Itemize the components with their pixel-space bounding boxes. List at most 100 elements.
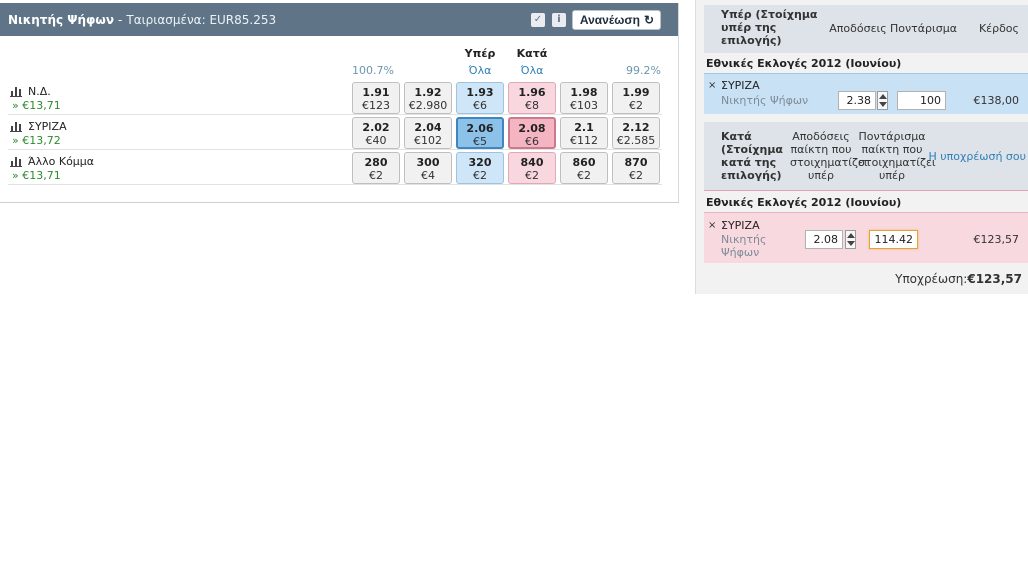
price-odds: 2.02 [362,121,390,134]
back-book-percentage: 100.7% [352,64,394,77]
price-odds: 1.92 [414,86,442,99]
betslip-panel: Υπέρ (Στοίχημα υπέρ της επιλογής) Αποδόσ… [695,0,1028,294]
back-profit: €138,00 [973,94,1020,107]
lay-event-name: Εθνικές Εκλογές 2012 (Ιουνίου) [706,196,902,209]
best-lay-price-button[interactable]: 840 €2 [508,152,556,184]
lay-book-percentage: 99.2% [626,64,661,77]
bet-selection: ΣΥΡΙΖΑ [721,219,760,232]
price-volume: €2 [629,99,643,112]
back-stake-input[interactable] [897,91,946,110]
lay-odds-input[interactable] [805,230,843,249]
price-odds: 870 [624,156,648,169]
price-odds: 280 [364,156,388,169]
matched-amount: Ταιριασμένα: EUR85.253 [126,12,277,27]
bet-market: Νικητής Ψήφων [721,233,767,259]
lay-header-divider [704,190,1028,191]
lay-price-button[interactable]: 2.1 €112 [560,117,608,149]
back-price-button[interactable]: 2.02 €40 [352,117,400,149]
back-header-title: Υπέρ (Στοίχημα υπέρ της επιλογής) [721,8,818,47]
runner-profit-loss: » €13,71 [12,169,61,182]
back-bet-row: × ΣΥΡΙΖΑ Νικητής Ψήφων €138,00 [704,74,1028,114]
info-icon[interactable]: i [552,13,566,27]
back-price-button[interactable]: 280 €2 [352,152,400,184]
price-odds: 840 [520,156,544,169]
back-odds-input[interactable] [838,91,876,110]
price-odds: 2.04 [414,121,442,134]
back-event-name: Εθνικές Εκλογές 2012 (Ιουνίου) [706,57,902,70]
price-volume: €2 [369,169,383,182]
price-volume: €103 [570,99,598,112]
remove-bet-icon[interactable]: × [708,80,716,91]
price-odds: 2.1 [574,121,594,134]
price-volume: €6 [525,135,539,148]
price-volume: €112 [570,134,598,147]
lay-all-link[interactable]: Όλα [508,64,556,77]
bar-chart-icon[interactable] [10,121,22,132]
refresh-button[interactable]: Ανανέωση ↻ [571,10,661,30]
bet-market: Νικητής Ψήφων [721,94,809,107]
bet-selection: ΣΥΡΙΖΑ [721,79,760,92]
lay-price-button[interactable]: 1.98 €103 [560,82,608,114]
back-odds-col: Αποδόσεις [829,22,887,35]
price-volume: €2 [577,169,591,182]
bar-chart-icon[interactable] [10,86,22,97]
lay-price-button[interactable]: 1.99 €2 [612,82,660,114]
price-volume: €2 [629,169,643,182]
price-odds: 2.08 [518,122,546,135]
odds-stepper-icon[interactable] [845,230,856,249]
lay-liability-col: Η υποχρέωσή σου [928,150,1027,163]
price-odds: 1.98 [570,86,598,99]
price-odds: 2.06 [466,122,494,135]
runner-name-cell: ΣΥΡΙΖΑ [10,120,67,133]
runner-profit-loss: » €13,72 [12,134,61,147]
back-price-button[interactable]: 1.91 €123 [352,82,400,114]
back-price-button[interactable]: 2.04 €102 [404,117,452,149]
total-liability-label: Υποχρέωση: [895,272,968,286]
price-volume: €102 [414,134,442,147]
refresh-icon: ↻ [643,13,654,27]
lay-odds-col: Αποδόσεις παίκτη που στοιχηματίζει υπέρ [790,130,868,182]
price-volume: €5 [473,135,487,148]
price-odds: 860 [572,156,596,169]
back-price-button[interactable]: 1.92 €2.980 [404,82,452,114]
header-separator: - [118,12,123,27]
total-liability: Υποχρέωση:€123,57 [895,272,1022,286]
lay-column-header: Κατά [516,47,548,60]
best-back-price-button[interactable]: 1.93 €6 [456,82,504,114]
bar-chart-icon[interactable] [10,156,22,167]
refresh-label: Ανανέωση [579,13,640,27]
price-volume: €40 [365,134,387,147]
lay-stake-col: Ποντάρισμα παίκτη που στοιχηματίζει υπέρ [858,130,936,182]
runner-name-cell: Ν.Δ. [10,85,51,98]
price-odds: 1.99 [622,86,650,99]
price-volume: €4 [421,169,435,182]
lay-price-button[interactable]: 2.12 €2.585 [612,117,660,149]
lay-stake-input[interactable] [869,230,918,249]
lay-bets-header: Κατά (Στοίχημα κατά της επιλογής) Αποδόσ… [704,122,1028,190]
best-back-price-button-selected[interactable]: 2.06 €5 [456,117,504,149]
price-odds: 300 [416,156,440,169]
odds-stepper-icon[interactable] [877,91,888,110]
market-panel: Νικητής Ψήφων - Ταιριασμένα: EUR85.253 ✓… [0,3,679,203]
price-volume: €8 [525,99,539,112]
market-name[interactable]: Νικητής Ψήφων [8,13,114,27]
remove-bet-icon[interactable]: × [708,220,716,231]
back-all-link[interactable]: Όλα [456,64,504,77]
runner-name: ΣΥΡΙΖΑ [28,120,67,133]
lay-price-button[interactable]: 870 €2 [612,152,660,184]
best-back-price-button[interactable]: 320 €2 [456,152,504,184]
lay-price-button[interactable]: 860 €2 [560,152,608,184]
price-odds: 320 [468,156,492,169]
lay-liability: €123,57 [973,233,1020,246]
lay-header-title: Κατά (Στοίχημα κατά της επιλογής) [721,130,783,182]
best-lay-price-button-selected[interactable]: 2.08 €6 [508,117,556,149]
runner-name-cell: Άλλο Κόμμα [10,155,94,168]
back-price-button[interactable]: 300 €4 [404,152,452,184]
runner-name: Άλλο Κόμμα [28,155,95,168]
price-volume: €2.980 [408,99,448,112]
checkbox-icon[interactable]: ✓ [531,13,545,27]
lay-bet-row: × ΣΥΡΙΖΑ Νικητής Ψήφων €123,57 [704,213,1028,263]
best-lay-price-button[interactable]: 1.96 €8 [508,82,556,114]
back-bets-header: Υπέρ (Στοίχημα υπέρ της επιλογής) Αποδόσ… [704,5,1028,53]
market-header: Νικητής Ψήφων - Ταιριασμένα: EUR85.253 ✓… [0,3,678,36]
